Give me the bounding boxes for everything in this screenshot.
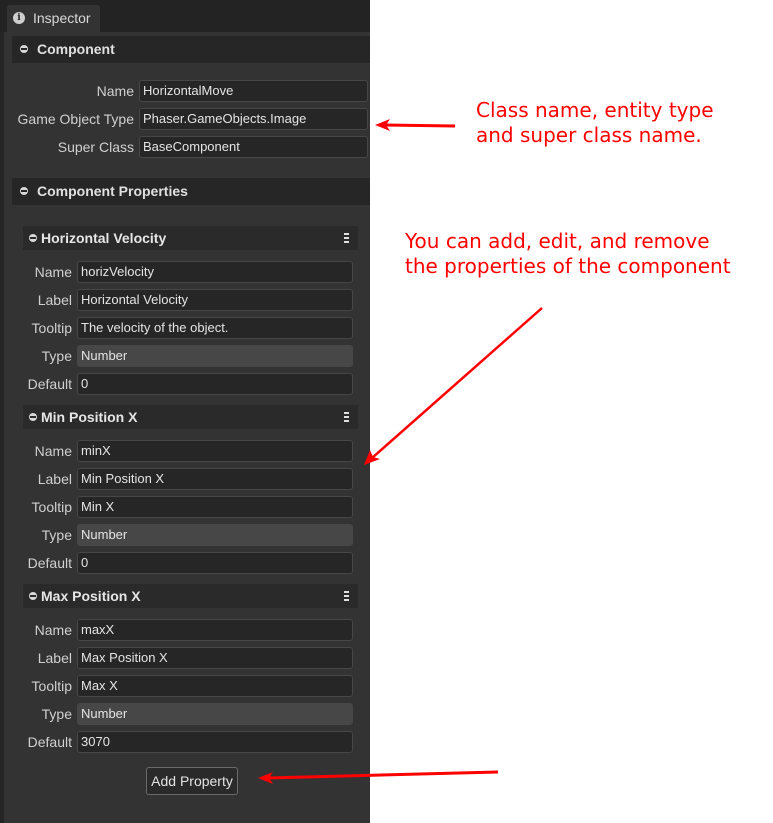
annotation-properties-info: You can add, edit, and remove the proper… — [405, 229, 731, 279]
collapse-icon[interactable] — [20, 187, 28, 195]
field-label: Name — [34, 264, 72, 280]
section-title: Component — [37, 41, 115, 57]
class-name-input[interactable]: HorizontalMove — [139, 80, 368, 102]
property-label-input[interactable]: Max Position X — [77, 647, 353, 669]
property-label-input[interactable]: Min Position X — [77, 468, 353, 490]
property-header[interactable]: Min Position X — [23, 405, 358, 429]
property-label-input[interactable]: Horizontal Velocity — [77, 289, 353, 311]
property-default-input[interactable]: 0 — [77, 373, 353, 395]
field-label: Label — [37, 292, 72, 308]
property-name-input[interactable]: maxX — [77, 619, 353, 641]
field-label: Label — [37, 650, 72, 666]
field-label: Tooltip — [31, 678, 72, 694]
property-type-value: Number — [77, 345, 353, 367]
arrow-to-properties — [364, 307, 543, 465]
collapse-icon[interactable] — [29, 592, 37, 600]
info-icon: i — [13, 12, 25, 24]
field-label: Super Class — [57, 139, 134, 155]
property-type-value: Number — [77, 703, 353, 725]
property-name-input[interactable]: minX — [77, 440, 353, 462]
property-name-input[interactable]: horizVelocity — [77, 261, 353, 283]
field-label: Type — [41, 527, 72, 543]
section-header-component[interactable]: Component — [12, 36, 370, 63]
field-label: Name — [34, 622, 72, 638]
tab-strip: i Inspector — [0, 0, 370, 32]
property-title: Horizontal Velocity — [41, 230, 167, 246]
property-default-input[interactable]: 3070 — [77, 731, 353, 753]
property-tooltip-input[interactable]: The velocity of the object. — [77, 317, 353, 339]
field-label: Game Object Type — [17, 111, 134, 127]
field-label: Type — [41, 706, 72, 722]
add-property-button[interactable]: Add Property — [146, 767, 238, 795]
field-label: Default — [27, 555, 72, 571]
field-label: Tooltip — [31, 320, 72, 336]
annotation-line: You can add, edit, and remove — [405, 229, 710, 253]
property-tooltip-input[interactable]: Min X — [77, 496, 353, 518]
collapse-icon[interactable] — [20, 45, 28, 53]
annotation-line: the properties of the component — [405, 254, 731, 278]
property-header[interactable]: Max Position X — [23, 584, 358, 608]
property-default-input[interactable]: 0 — [77, 552, 353, 574]
annotation-line: and super class name. — [476, 123, 702, 147]
field-label: Name — [96, 83, 134, 99]
tab-inspector[interactable]: i Inspector — [7, 5, 100, 32]
collapse-icon[interactable] — [29, 234, 37, 242]
collapse-icon[interactable] — [29, 413, 37, 421]
field-label: Type — [41, 348, 72, 364]
arrow-to-component-fields — [375, 119, 456, 131]
section-header-component-properties[interactable]: Component Properties — [12, 178, 370, 205]
field-label: Label — [37, 471, 72, 487]
annotation-line: Class name, entity type — [476, 98, 714, 122]
field-label: Tooltip — [31, 499, 72, 515]
property-title: Min Position X — [41, 409, 138, 425]
property-title: Max Position X — [41, 588, 141, 604]
property-type-value: Number — [77, 524, 353, 546]
property-header[interactable]: Horizontal Velocity — [23, 226, 358, 250]
annotation-class-info: Class name, entity type and super class … — [476, 98, 714, 148]
section-title: Component Properties — [37, 183, 188, 199]
tab-label: Inspector — [33, 10, 91, 26]
inspector-panel: i Inspector Component Name HorizontalMov… — [0, 0, 370, 823]
field-label: Name — [34, 443, 72, 459]
field-label: Default — [27, 734, 72, 750]
super-class-input[interactable]: BaseComponent — [139, 136, 368, 158]
field-label: Default — [27, 376, 72, 392]
menu-icon[interactable] — [344, 591, 349, 601]
game-object-type-input[interactable]: Phaser.GameObjects.Image — [139, 108, 368, 130]
menu-icon[interactable] — [344, 412, 349, 422]
property-tooltip-input[interactable]: Max X — [77, 675, 353, 697]
menu-icon[interactable] — [344, 233, 349, 243]
